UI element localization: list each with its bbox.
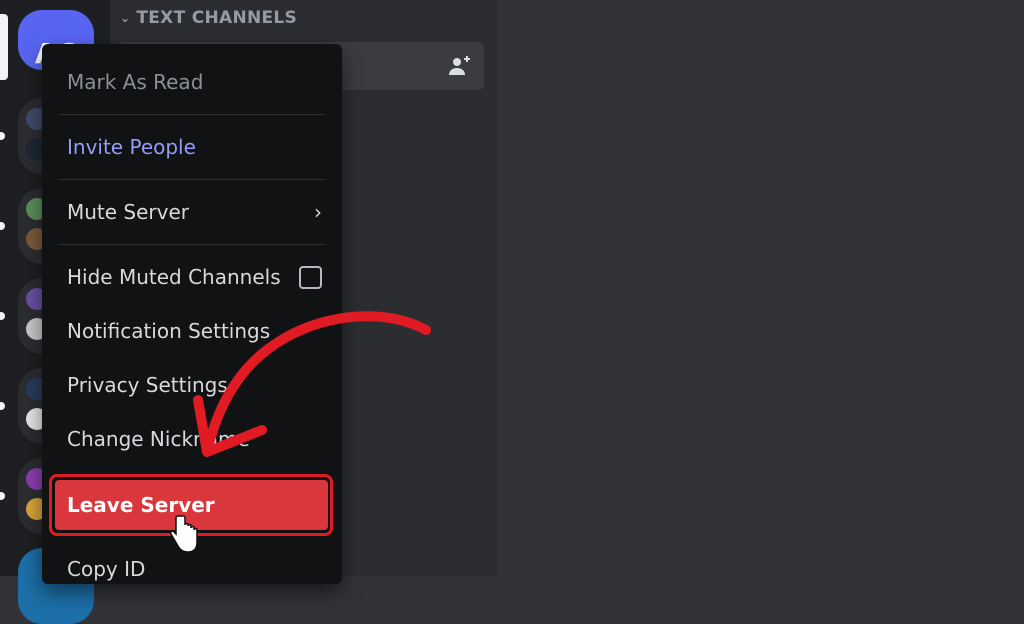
- menu-item-privacy-settings[interactable]: Privacy Settings: [67, 366, 322, 404]
- menu-item-label: Mark As Read: [67, 70, 204, 94]
- unread-dot: [0, 222, 5, 230]
- menu-item-notification-settings[interactable]: Notification Settings: [67, 312, 322, 350]
- menu-item-hide-muted-channels[interactable]: Hide Muted Channels: [67, 258, 322, 296]
- active-server-indicator: [0, 14, 8, 80]
- hide-muted-checkbox[interactable]: [299, 265, 322, 289]
- category-header-label: TEXT CHANNELS: [136, 8, 298, 28]
- menu-divider: [59, 114, 325, 115]
- unread-dot: [0, 132, 5, 140]
- menu-item-copy-id[interactable]: Copy ID: [67, 550, 322, 588]
- unread-dot: [0, 312, 5, 320]
- category-header[interactable]: ⌄ TEXT CHANNELS: [120, 8, 297, 28]
- menu-item-mute-server[interactable]: Mute Server ›: [67, 193, 322, 231]
- unread-dot: [0, 492, 5, 500]
- menu-item-label: Notification Settings: [67, 319, 271, 343]
- menu-item-label: Mute Server: [67, 200, 190, 224]
- hand-cursor-icon: [170, 515, 198, 553]
- menu-item-label: Hide Muted Channels: [67, 265, 281, 289]
- menu-item-change-nickname[interactable]: Change Nickname: [67, 420, 322, 458]
- menu-item-label: Copy ID: [67, 557, 146, 581]
- menu-divider: [59, 244, 325, 245]
- unread-dot: [0, 402, 5, 410]
- menu-item-label: Invite People: [67, 135, 196, 159]
- chevron-right-icon: ›: [314, 200, 322, 224]
- add-user-icon[interactable]: [448, 54, 472, 78]
- menu-item-label: Privacy Settings: [67, 373, 228, 397]
- menu-item-label: Change Nickname: [67, 427, 250, 451]
- menu-item-invite-people[interactable]: Invite People: [67, 128, 322, 166]
- main-content-area: [498, 0, 1024, 576]
- menu-divider: [59, 179, 325, 180]
- chevron-down-icon: ⌄: [120, 11, 131, 25]
- menu-item-mark-as-read[interactable]: Mark As Read: [67, 63, 322, 101]
